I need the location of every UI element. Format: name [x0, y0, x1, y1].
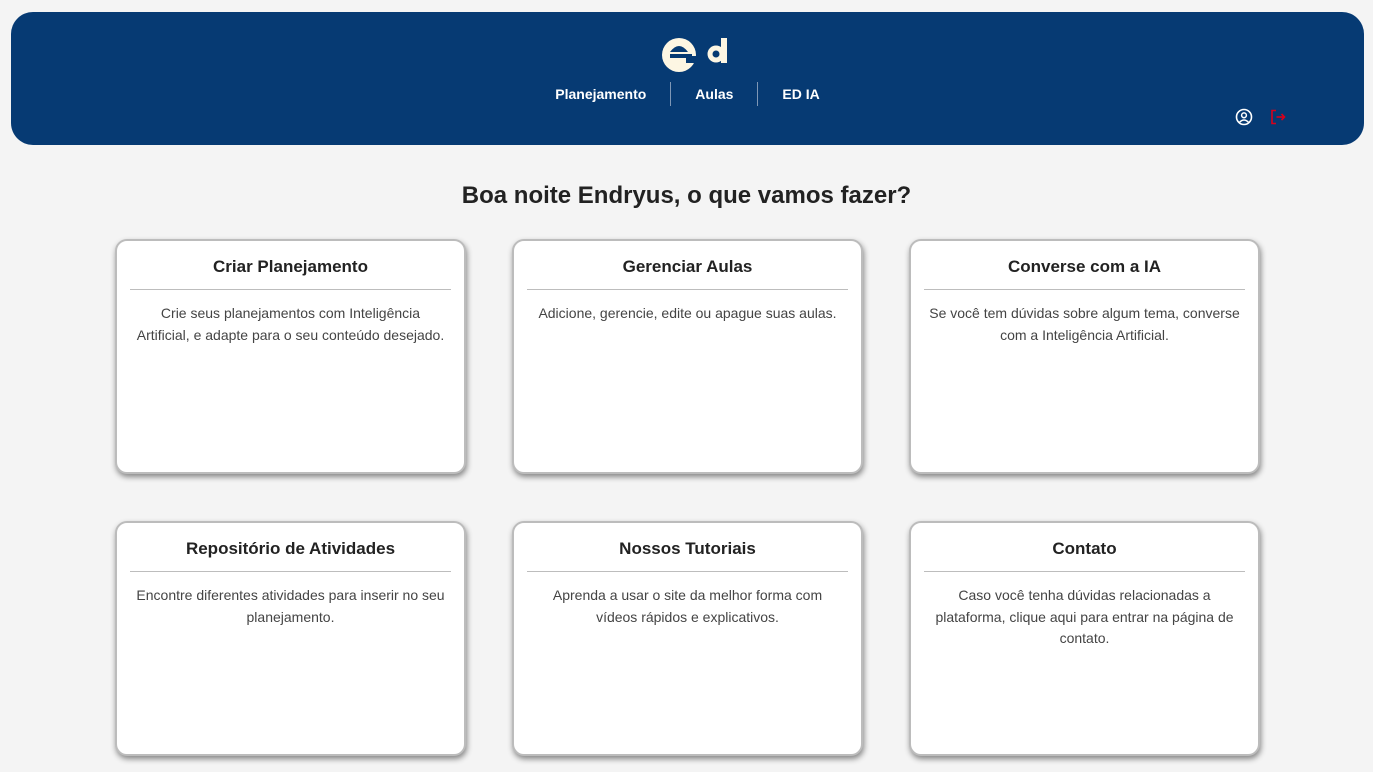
- card-description: Crie seus planejamentos com Inteligência…: [136, 305, 445, 343]
- card-contato[interactable]: Contato Caso você tenha dúvidas relacion…: [909, 521, 1260, 756]
- card-repositorio-atividades[interactable]: Repositório de Atividades Encontre difer…: [115, 521, 466, 756]
- nav-ed-ia[interactable]: ED IA: [758, 83, 843, 105]
- card-title: Repositório de Atividades: [130, 523, 451, 572]
- card-description: Aprenda a usar o site da melhor forma co…: [552, 587, 823, 625]
- card-converse-ia[interactable]: Converse com a IA Se você tem dúvidas so…: [909, 239, 1260, 474]
- card-title: Criar Planejamento: [130, 241, 451, 290]
- card-description: Caso você tenha dúvidas relacionadas a p…: [935, 587, 1234, 646]
- user-circle-icon[interactable]: [1235, 108, 1253, 126]
- card-description: Se você tem dúvidas sobre algum tema, co…: [929, 305, 1240, 343]
- card-criar-planejamento[interactable]: Criar Planejamento Crie seus planejament…: [115, 239, 466, 474]
- card-title: Converse com a IA: [924, 241, 1245, 290]
- card-description: Adicione, gerencie, edite ou apague suas…: [538, 305, 837, 321]
- greeting-heading: Boa noite Endryus, o que vamos fazer?: [461, 182, 912, 209]
- card-gerenciar-aulas[interactable]: Gerenciar Aulas Adicione, gerencie, edit…: [512, 239, 863, 474]
- card-title: Nossos Tutoriais: [527, 523, 848, 572]
- nav-planejamento[interactable]: Planejamento: [531, 83, 670, 105]
- card-description: Encontre diferentes atividades para inse…: [136, 587, 445, 625]
- card-title: Contato: [924, 523, 1245, 572]
- card-title: Gerenciar Aulas: [527, 241, 848, 290]
- top-header: Planejamento Aulas ED IA: [11, 12, 1364, 145]
- card-nossos-tutoriais[interactable]: Nossos Tutoriais Aprenda a usar o site d…: [512, 521, 863, 756]
- ed-logo-icon[interactable]: [657, 26, 727, 74]
- main-nav: Planejamento Aulas ED IA: [11, 82, 1364, 106]
- cards-grid: Criar Planejamento Crie seus planejament…: [115, 239, 1261, 756]
- nav-aulas[interactable]: Aulas: [671, 83, 757, 105]
- logout-icon[interactable]: [1269, 108, 1287, 126]
